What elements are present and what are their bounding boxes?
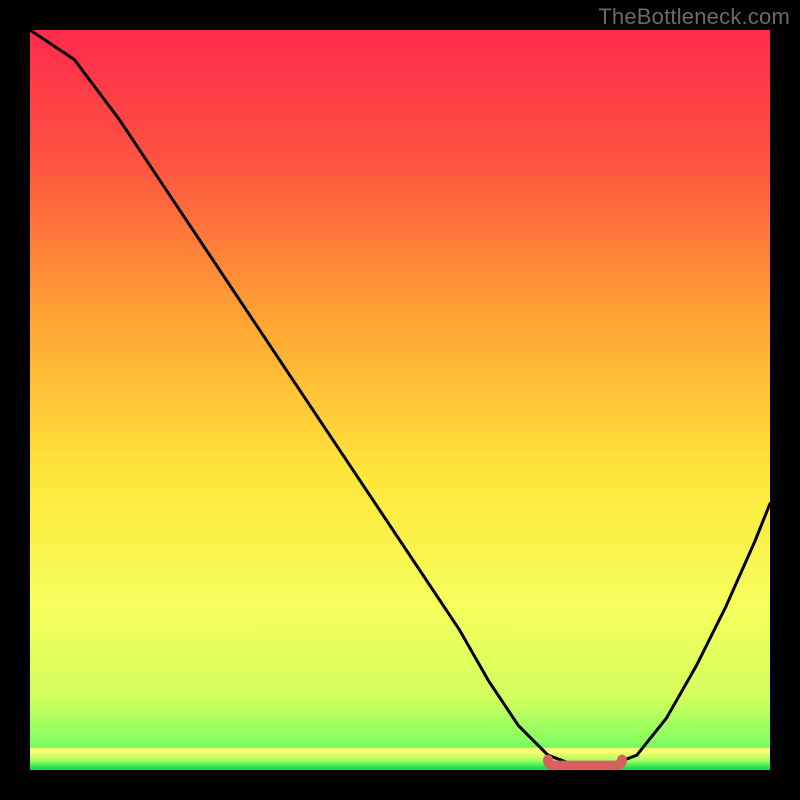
gradient-bg (30, 30, 770, 770)
bottom-band (30, 767, 770, 770)
chart-container: TheBottleneck.com (0, 0, 800, 800)
plot-area (30, 30, 770, 770)
watermark-text: TheBottleneck.com (598, 4, 790, 30)
bottleneck-chart (30, 30, 770, 770)
